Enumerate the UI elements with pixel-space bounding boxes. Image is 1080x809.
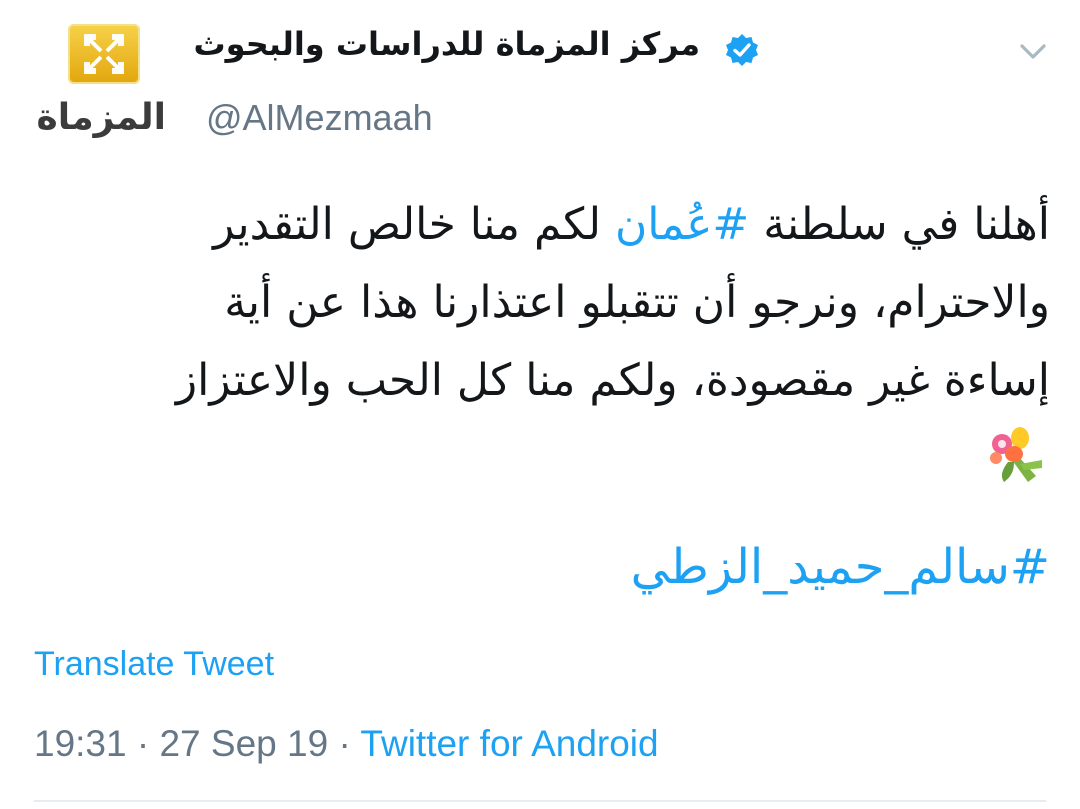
tweet-time[interactable]: 19:31 [34, 723, 127, 764]
tweet-text-segment: لكم منا خالص التقدير [213, 199, 615, 250]
hashtag-oman-link[interactable]: #عُمان [615, 199, 749, 250]
account-avatar[interactable]: المزماة [36, 22, 166, 140]
hashtag-link[interactable]: #سالم_حميد_الزطي [631, 532, 1050, 602]
translate-tweet-link[interactable]: Translate Tweet [34, 640, 274, 688]
verified-badge-icon [724, 32, 760, 72]
logo-wordmark: المزماة [36, 97, 166, 138]
logo-icon [68, 24, 140, 84]
emoji-line [30, 420, 1050, 490]
meta-separator: · [126, 723, 160, 764]
tweet-client-link[interactable]: Twitter for Android [360, 723, 658, 764]
account-handle[interactable]: @AlMezmaah [206, 92, 433, 144]
tweet-text-segment: أهلنا في سلطنة [749, 199, 1050, 250]
meta-separator: · [328, 723, 361, 764]
divider [34, 800, 1046, 802]
tweet-meta: 19:31 · 27 Sep 19 · Twitter for Android [34, 718, 659, 770]
display-name-row[interactable]: مركز المزماة للدراسات والبحوث [180, 20, 760, 76]
display-name[interactable]: مركز المزماة للدراسات والبحوث [193, 20, 700, 68]
chevron-down-icon[interactable] [1016, 36, 1050, 66]
tweet-date[interactable]: 27 Sep 19 [159, 723, 328, 764]
tweet-line-1: أهلنا في سلطنة #عُمان لكم منا خالص التقد… [30, 186, 1050, 264]
bouquet-icon [984, 424, 1046, 511]
tweet-line-3: إساءة غير مقصودة، ولكم منا كل الحب والاع… [175, 355, 1050, 406]
tweet-header: المزماة مركز المزماة للدراسات والبحوث @A… [0, 0, 1080, 160]
tweet-text: أهلنا في سلطنة #عُمان لكم منا خالص التقد… [30, 186, 1050, 490]
tweet-line-2: والاحترام، ونرجو أن تتقبلو اعتذارنا هذا … [224, 277, 1050, 328]
